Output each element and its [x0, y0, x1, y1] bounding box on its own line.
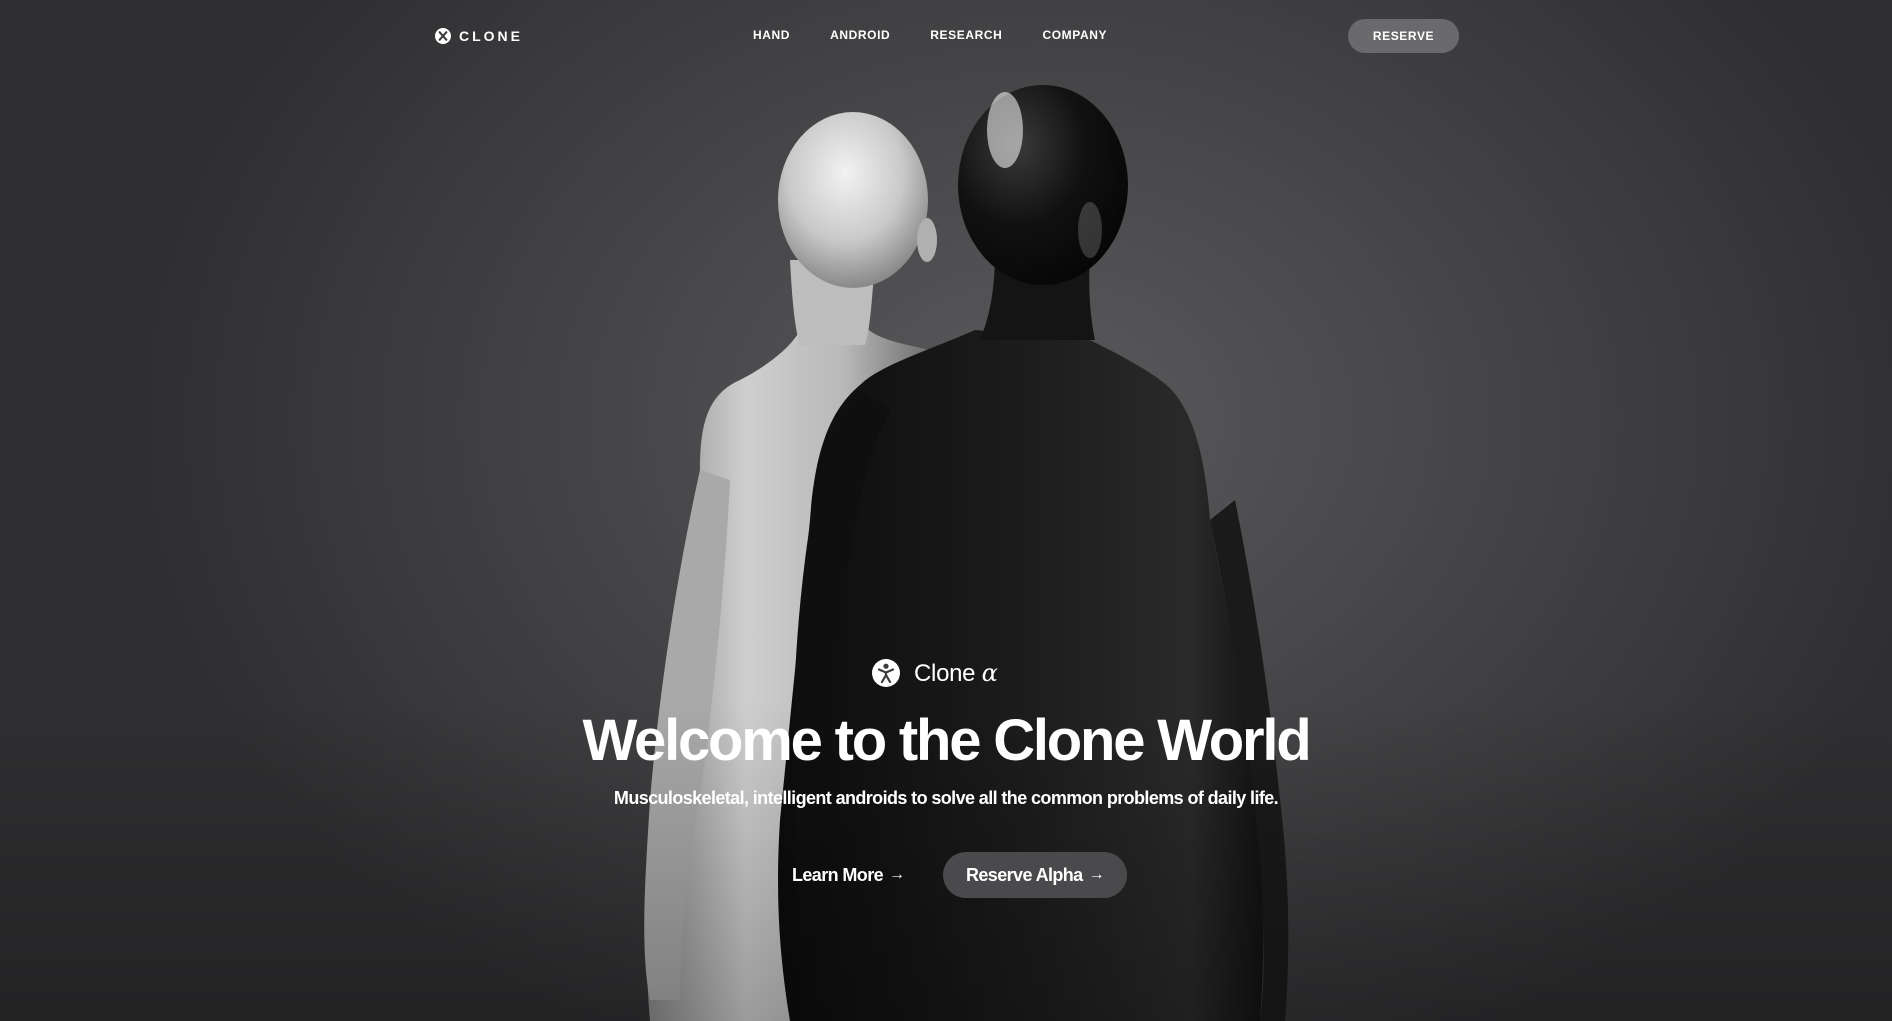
product-name-text: Clone	[914, 659, 976, 687]
hero-headline: Welcome to the Clone World	[582, 708, 1312, 773]
reserve-alpha-label: Reserve Alpha	[966, 864, 1083, 885]
product-suffix: α	[981, 658, 998, 687]
clone-x-logo-icon	[435, 28, 451, 44]
reserve-button[interactable]: RESERVE	[1348, 19, 1459, 53]
nav-links: HAND ANDROID RESEARCH COMPANY	[753, 28, 1107, 42]
learn-more-label: Learn More	[792, 864, 884, 885]
nav-link-research[interactable]: RESEARCH	[930, 28, 1002, 42]
clone-logo[interactable]: CLONE	[435, 26, 523, 46]
arrow-right-icon: →	[889, 866, 905, 883]
nav-link-company[interactable]: COMPANY	[1042, 28, 1107, 42]
hero-subhead: Musculoskeletal, intelligent androids to…	[613, 788, 1279, 808]
logo-text: CLONE	[459, 28, 523, 44]
landing-page: CLONE HAND ANDROID RESEARCH COMPANY RESE…	[0, 0, 1892, 1021]
arrow-right-icon: →	[1088, 866, 1105, 883]
nav-link-android[interactable]: ANDROID	[830, 28, 890, 42]
product-name: Clone α	[914, 659, 998, 688]
clone-figure-logo-icon	[872, 659, 900, 687]
nav-link-hand[interactable]: HAND	[753, 28, 790, 42]
reserve-alpha-button[interactable]: Reserve Alpha →	[943, 852, 1127, 898]
product-tag: Clone α	[872, 657, 998, 689]
top-nav: CLONE HAND ANDROID RESEARCH COMPANY RESE…	[0, 0, 1892, 72]
learn-more-link[interactable]: Learn More →	[792, 852, 905, 898]
cta-row: Learn More → Reserve Alpha →	[0, 852, 1892, 898]
